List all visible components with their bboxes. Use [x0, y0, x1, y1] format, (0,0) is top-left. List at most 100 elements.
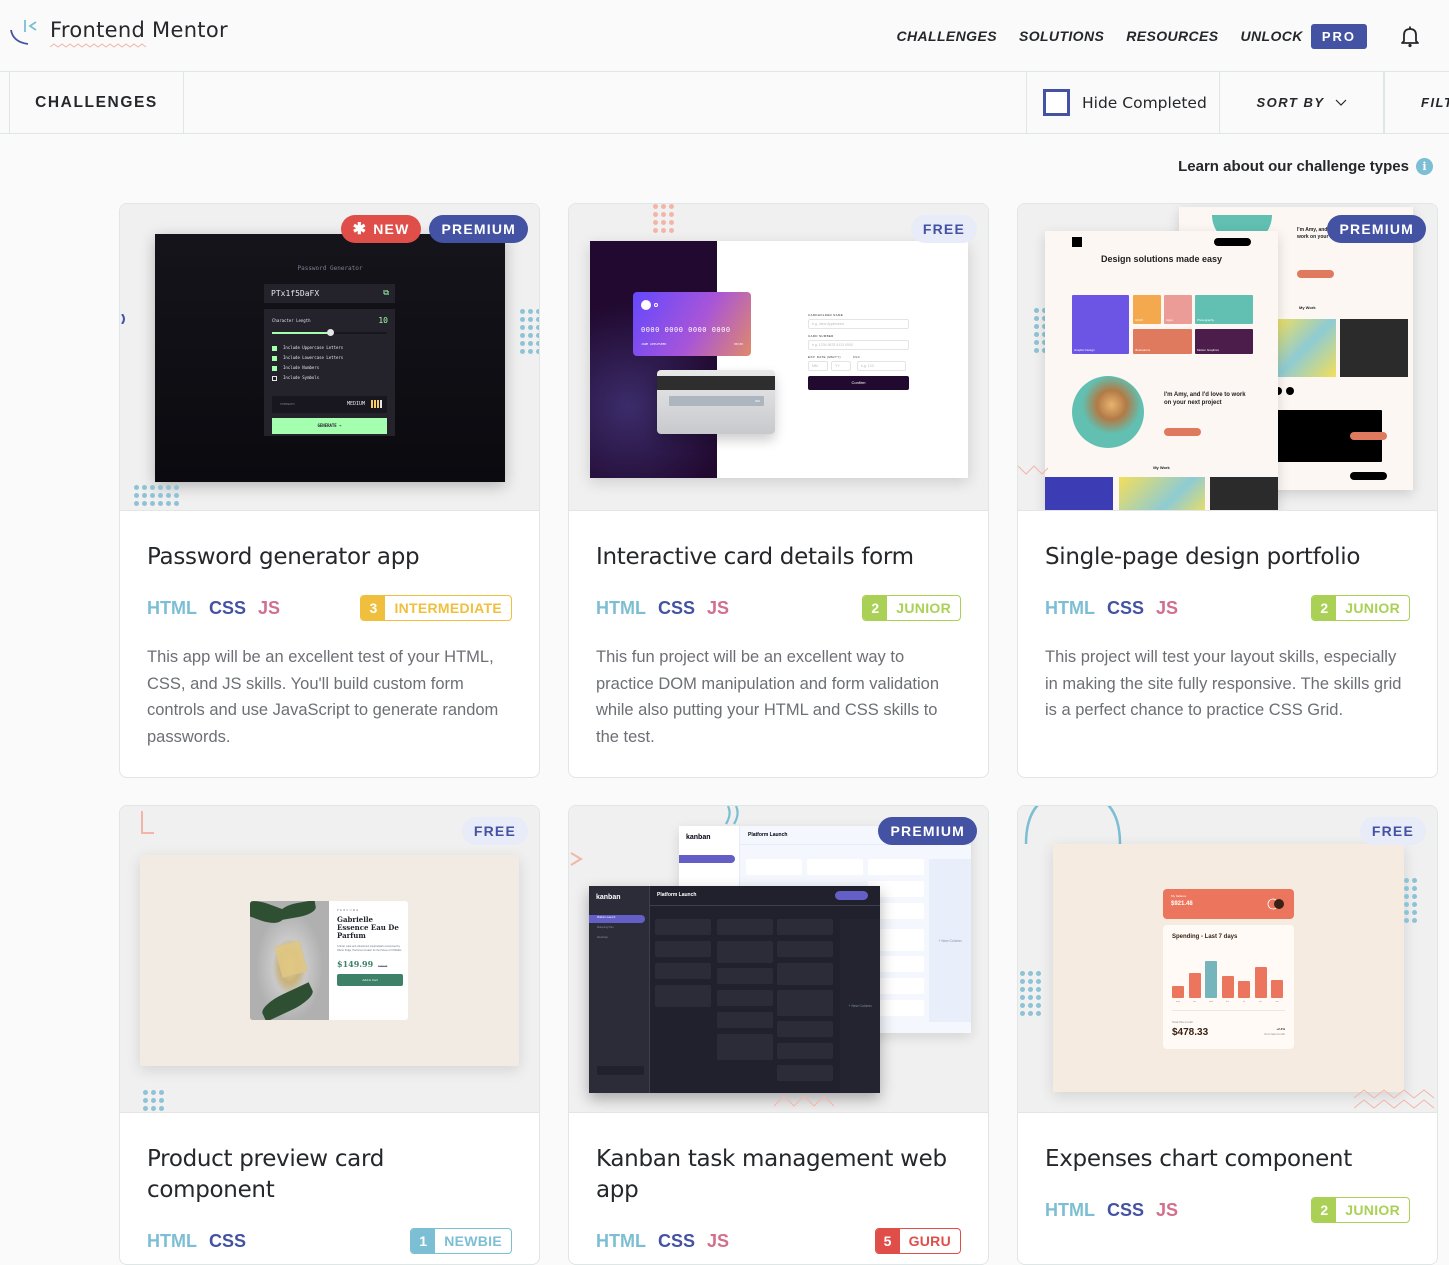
mockup-chart-day: sat: [1255, 1001, 1267, 1003]
mockup-field: e.g. Jane Appleseed: [808, 319, 909, 329]
pro-badge[interactable]: PRO: [1311, 24, 1367, 49]
mockup-new-column: + New Column: [840, 919, 880, 1093]
difficulty-name: INTERMEDIATE: [385, 596, 511, 620]
mockup-active-board: [679, 855, 735, 863]
mockup-product-category: PERFUME: [337, 909, 403, 912]
lang-html: HTML: [1045, 598, 1095, 619]
mockup-field: YY: [831, 361, 851, 371]
decor-corner-icon: [140, 811, 154, 835]
decor-quote-icon: [724, 806, 744, 826]
decor-zigzag-icon: [774, 1094, 834, 1108]
decor-dots: [653, 204, 674, 233]
challenge-title[interactable]: Single-page design portfolio: [1045, 542, 1410, 573]
new-badge: ✱NEW: [341, 215, 422, 243]
page-title: CHALLENGES: [9, 72, 184, 133]
mockup-product-desc: A floral, solar and voluptuous interpret…: [337, 945, 403, 953]
mockup-chart-day: thu: [1222, 1001, 1234, 1003]
hide-completed-checkbox[interactable]: [1043, 89, 1070, 116]
challenge-card[interactable]: Password Generator PTx1f5DaFX ⧉ Characte…: [119, 203, 540, 778]
mockup-chart-bar: [1205, 961, 1217, 998]
card-badges: FREE: [1360, 817, 1426, 845]
challenge-preview-image[interactable]: 0000 0000 0000 0000 JANE APPLESEED 00/00…: [569, 204, 988, 511]
challenge-card[interactable]: 0000 0000 0000 0000 JANE APPLESEED 00/00…: [568, 203, 989, 778]
mockup-length-slider: [272, 332, 387, 334]
nav-challenges[interactable]: CHALLENGES: [897, 28, 997, 44]
lang-html: HTML: [147, 1231, 197, 1252]
nav-resources[interactable]: RESOURCES: [1126, 28, 1218, 44]
lang-js: JS: [707, 598, 729, 619]
lang-css: CSS: [658, 1231, 695, 1252]
checkbox-icon: [272, 346, 277, 351]
mockup-my-work: My Work: [1045, 465, 1278, 470]
mockup-add-to-cart: Add to Cart: [337, 974, 403, 986]
decor-zigzag-icon: [1018, 464, 1048, 476]
mockup-option: Include Symbols: [272, 375, 319, 381]
mockup-balance-card: My balance $921.48: [1163, 889, 1294, 919]
mockup-spending-card: Spending - Last 7 days Total this month …: [1163, 925, 1294, 1049]
mockup-strength-bars: [371, 400, 382, 408]
challenge-preview-image[interactable]: PERFUME Gabrielle Essence Eau De Parfum …: [120, 806, 539, 1113]
card-badges: PREMIUM: [878, 817, 977, 845]
challenge-preview-image[interactable]: My balance $921.48 Spending - Last 7 day…: [1018, 806, 1437, 1113]
free-badge: FREE: [911, 215, 977, 243]
learn-challenge-types-link[interactable]: Learn about our challenge types i: [1178, 158, 1433, 175]
challenge-description: This fun project will be an excellent wa…: [596, 644, 961, 750]
mockup-tile: Illustrations: [1133, 329, 1192, 354]
premium-badge: PREMIUM: [1327, 215, 1426, 243]
mockup-gradient-panel: [590, 241, 717, 478]
mockup-tile: UI/UX: [1133, 295, 1161, 324]
challenge-title[interactable]: Kanban task management web app: [596, 1144, 961, 1206]
kanban-dark-mockup: kanban Platform Launch Marketing Plan Ro…: [589, 886, 880, 1093]
mockup-chart-day: fri: [1238, 1001, 1250, 1003]
mockup-card-front: 0000 0000 0000 0000 JANE APPLESEED 00/00: [633, 292, 751, 356]
mockup-board-title: Platform Launch: [657, 892, 696, 898]
decor-arc-icon: [1023, 806, 1123, 846]
difficulty-number: 1: [411, 1229, 435, 1253]
mockup-board-title: Platform Launch: [748, 832, 787, 838]
challenge-title[interactable]: Password generator app: [147, 542, 512, 573]
mockup-change-label: from last month: [1264, 1032, 1285, 1036]
challenge-title[interactable]: Interactive card details form: [596, 542, 961, 573]
mockup-card-number: 0000 0000 0000 0000: [641, 326, 731, 334]
mockup-card-exp: 00/00: [734, 342, 743, 346]
nav-solutions[interactable]: SOLUTIONS: [1019, 28, 1104, 44]
nav-unlock[interactable]: UNLOCK: [1241, 28, 1303, 44]
difficulty-number: 2: [1312, 1198, 1336, 1222]
challenge-preview-image[interactable]: kanban Platform Launch + New Column kanb…: [569, 806, 988, 1113]
learn-challenge-types-text: Learn about our challenge types: [1178, 158, 1409, 175]
filter-label: FILT: [1421, 95, 1449, 110]
strength-bar: [371, 400, 373, 408]
lang-css: CSS: [1107, 598, 1144, 619]
difficulty-badge: 2 JUNIOR: [1311, 1197, 1410, 1223]
challenge-preview-image[interactable]: I'm Amy, and I'd love to work on your ne…: [1018, 204, 1437, 511]
lang-js: JS: [258, 598, 280, 619]
language-tags: HTML CSS JS: [596, 598, 729, 619]
mockup-product-price: $149.99: [337, 959, 373, 969]
challenge-title[interactable]: Expenses chart component: [1045, 1144, 1410, 1175]
difficulty-number: 5: [876, 1229, 900, 1253]
lang-js: JS: [1156, 1200, 1178, 1221]
sort-by-dropdown[interactable]: SORT BY: [1219, 72, 1384, 133]
challenge-card[interactable]: My balance $921.48 Spending - Last 7 day…: [1017, 805, 1438, 1265]
decor-dots: [143, 1090, 164, 1113]
mockup-strength: STRENGTH MEDIUM: [272, 396, 387, 413]
frontend-mentor-logo[interactable]: Frontend Mentor: [10, 16, 228, 50]
mockup-strength-value: MEDIUM: [347, 401, 365, 407]
mockup-option: Include Numbers: [272, 365, 319, 371]
decor-chevron-icon: [569, 851, 585, 867]
challenge-card[interactable]: I'm Amy, and I'd love to work on your ne…: [1017, 203, 1438, 778]
bell-icon[interactable]: [1398, 24, 1422, 48]
filter-dropdown[interactable]: FILT: [1384, 72, 1449, 133]
decor-curve-icon: [120, 314, 128, 324]
difficulty-badge: 1 NEWBIE: [410, 1228, 512, 1254]
mockup-chart-day: wed: [1205, 1001, 1217, 1003]
challenge-card[interactable]: kanban Platform Launch + New Column kanb…: [568, 805, 989, 1265]
hide-completed-toggle[interactable]: Hide Completed: [1026, 72, 1220, 133]
card-badges: FREE: [911, 215, 977, 243]
challenge-preview-image[interactable]: Password Generator PTx1f5DaFX ⧉ Characte…: [120, 204, 539, 511]
challenge-title[interactable]: Product preview card component: [147, 1144, 512, 1206]
card-badges: FREE: [462, 817, 528, 845]
mockup-new-column: + New Column: [929, 859, 971, 1022]
mockup-strength-label: STRENGTH: [280, 402, 294, 406]
challenge-card[interactable]: PERFUME Gabrielle Essence Eau De Parfum …: [119, 805, 540, 1265]
